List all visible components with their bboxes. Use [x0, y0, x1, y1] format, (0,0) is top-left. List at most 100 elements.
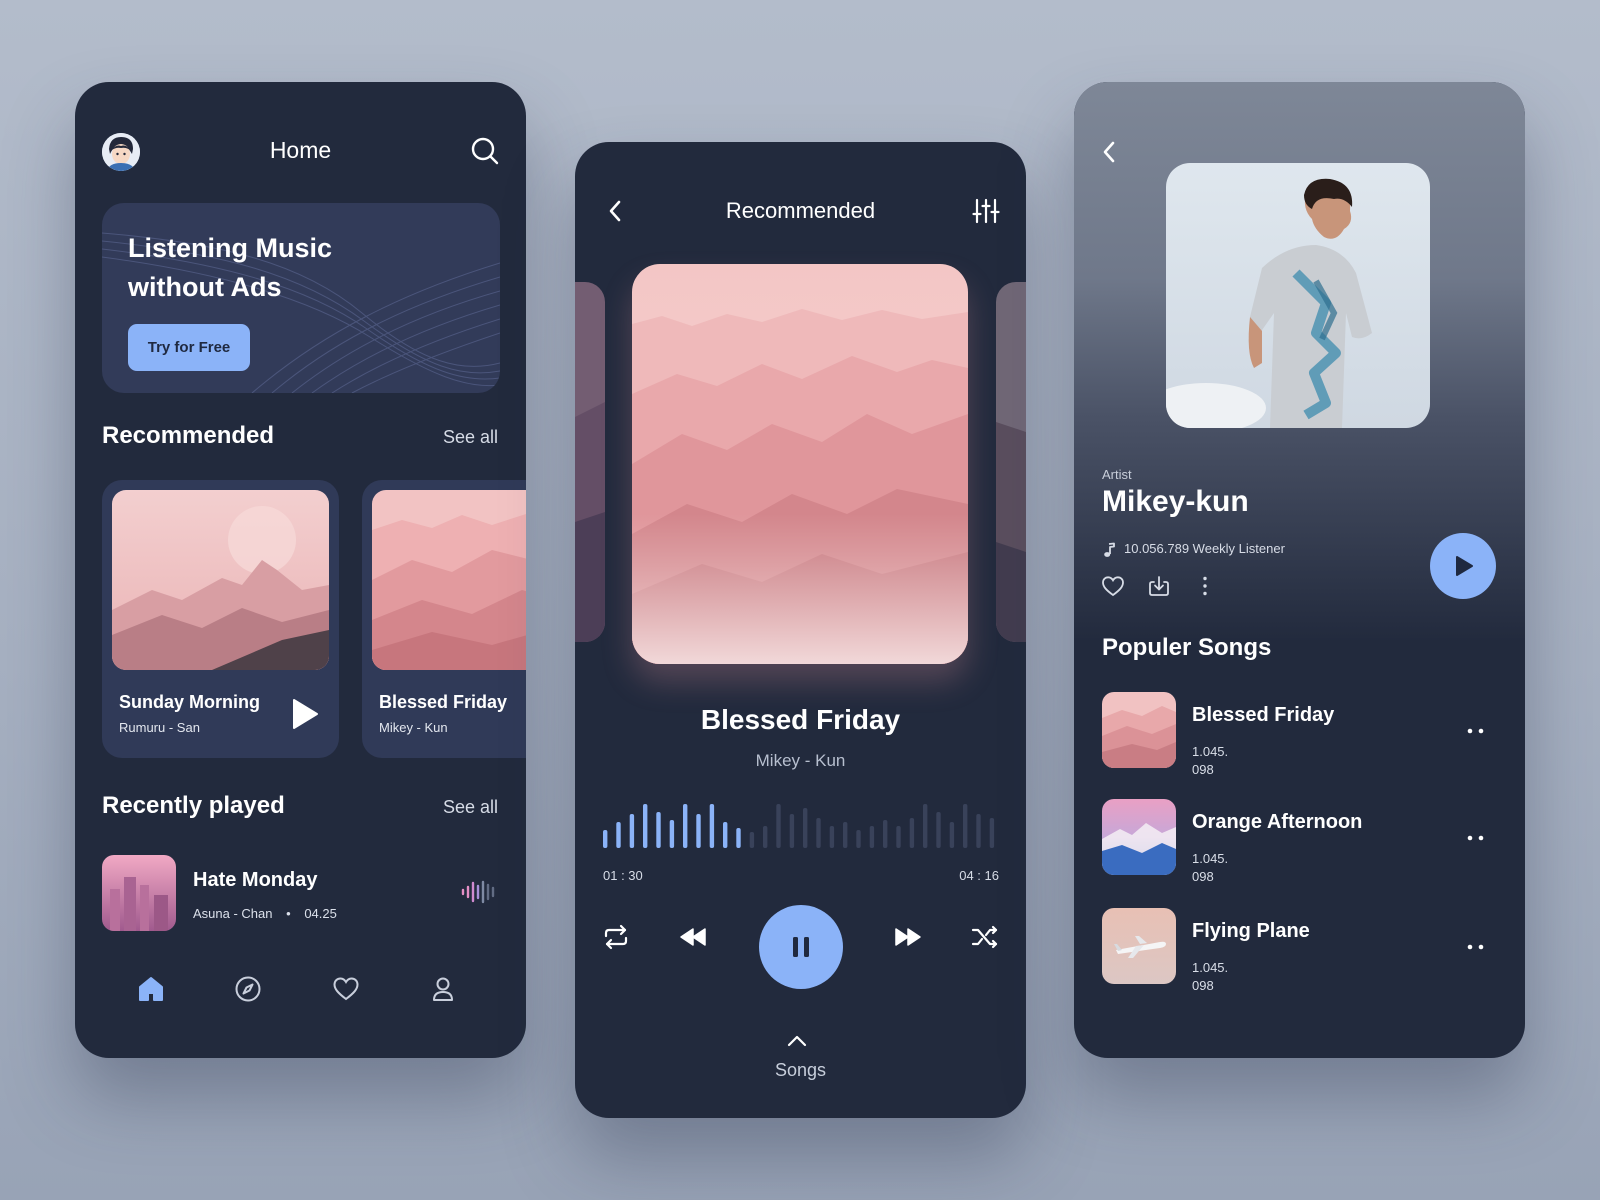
play-count-line2: 098 — [1192, 869, 1214, 884]
waveform-bar — [749, 832, 755, 848]
heart-icon[interactable] — [1101, 574, 1125, 598]
home-icon[interactable] — [137, 975, 165, 1003]
recent-song-meta: Asuna - Chan • 04.25 — [193, 906, 337, 921]
promo-title-line1: Listening Music — [128, 233, 333, 263]
recent-song-artist: Asuna - Chan — [193, 906, 273, 921]
waveform-bar — [736, 828, 741, 848]
waveform-bar — [603, 830, 608, 848]
popular-song-row[interactable]: Flying Plane 1.045. 098 — [1102, 908, 1502, 993]
recent-album-art[interactable] — [102, 855, 176, 931]
song-thumbnail — [1102, 799, 1176, 875]
more-horizontal-icon[interactable] — [1466, 944, 1486, 950]
play-artist-button[interactable] — [1430, 533, 1496, 599]
waveform-bar — [909, 818, 915, 848]
recent-song-title: Hate Monday — [193, 869, 318, 891]
popular-song-row[interactable]: Orange Afternoon 1.045. 098 — [1102, 799, 1502, 884]
waveform-bar — [656, 812, 661, 848]
song-thumbnail — [1102, 908, 1176, 984]
waveform-bar — [976, 814, 981, 848]
waveform-bar — [936, 812, 941, 848]
previous-album-peek[interactable] — [575, 282, 605, 642]
play-count: 1.045. 098 — [1192, 743, 1242, 779]
waveform-bar — [856, 830, 861, 848]
home-screen: Home Listening Music without Ads Try for… — [75, 82, 526, 1058]
waveform-bar — [776, 804, 781, 848]
card-artist: Mikey - Kun — [379, 720, 448, 735]
player-screen: Recommended Blessed Friday Mikey - Kun 0… — [575, 142, 1026, 1118]
waveform-bar — [709, 804, 715, 848]
pause-button[interactable] — [759, 905, 843, 989]
search-icon[interactable] — [470, 136, 500, 166]
popular-songs-heading: Populer Songs — [1102, 634, 1272, 661]
play-count-line2: 098 — [1192, 978, 1214, 993]
waveform-bar — [616, 822, 621, 848]
waveform-bar — [989, 818, 995, 848]
page-title: Recommended — [725, 198, 876, 223]
more-horizontal-icon[interactable] — [1466, 835, 1486, 841]
song-title: Orange Afternoon — [1192, 811, 1363, 833]
waveform-bar — [696, 814, 701, 848]
album-art — [372, 490, 526, 670]
waveform-bar — [643, 804, 648, 848]
waveform-bar — [829, 826, 835, 848]
waveform-bar — [883, 820, 888, 848]
waveform-bar — [843, 822, 848, 848]
waveform-bar — [629, 814, 635, 848]
recommended-heading: Recommended — [102, 422, 275, 449]
waveform-bar — [789, 814, 795, 848]
recommended-see-all-link[interactable]: See all — [443, 427, 498, 448]
heart-icon[interactable] — [332, 975, 360, 1003]
recent-see-all-link[interactable]: See all — [443, 797, 498, 818]
artist-screen: Artist Mikey-kun 10.056.789 Weekly Liste… — [1074, 82, 1525, 1058]
recently-played-heading: Recently played — [102, 792, 285, 819]
waveform-bar — [923, 804, 928, 848]
shuffle-icon[interactable] — [970, 922, 1000, 952]
music-note-icon — [1102, 542, 1116, 558]
next-album-peek[interactable] — [996, 282, 1026, 642]
try-for-free-button[interactable]: Try for Free — [128, 324, 250, 371]
more-vertical-icon[interactable] — [1193, 574, 1217, 598]
more-horizontal-icon[interactable] — [1466, 728, 1486, 734]
song-artist: Mikey - Kun — [755, 751, 846, 770]
promo-title-line2: without Ads — [128, 272, 282, 302]
song-title: Flying Plane — [1192, 920, 1310, 942]
song-thumbnail — [1102, 692, 1176, 768]
play-count: 1.045. 098 — [1192, 959, 1242, 995]
songs-drawer-label[interactable]: Songs — [575, 1060, 1026, 1081]
compass-icon[interactable] — [234, 975, 262, 1003]
artist-name: Mikey-kun — [1102, 485, 1249, 518]
play-count-line1: 1.045. — [1192, 960, 1229, 975]
play-icon — [1456, 556, 1473, 576]
recent-song-duration: 04.25 — [304, 906, 337, 921]
waveform-bar — [816, 818, 821, 848]
artist-photo — [1166, 163, 1430, 428]
recommended-card[interactable]: Blessed Friday Mikey - Kun — [362, 480, 526, 758]
waveform-bar — [963, 804, 968, 848]
recommended-card[interactable]: Sunday Morning Rumuru - San — [102, 480, 339, 758]
waveform-bar — [949, 822, 955, 848]
card-title: Blessed Friday — [379, 692, 508, 712]
meta-separator: • — [286, 906, 291, 921]
popular-song-row[interactable]: Blessed Friday 1.045. 098 — [1102, 692, 1502, 777]
user-icon[interactable] — [429, 975, 457, 1003]
song-title: Blessed Friday — [700, 704, 901, 735]
download-icon[interactable] — [1147, 574, 1171, 598]
pause-icon — [793, 937, 809, 957]
rewind-icon[interactable] — [678, 922, 708, 952]
back-arrow-icon[interactable] — [1099, 139, 1119, 165]
promo-banner: Listening Music without Ads Try for Free — [102, 203, 500, 393]
card-artist: Rumuru - San — [119, 720, 200, 735]
song-title: Blessed Friday — [1192, 704, 1335, 726]
fast-forward-icon[interactable] — [893, 922, 923, 952]
elapsed-time: 01 : 30 — [603, 868, 643, 883]
waveform-bar — [896, 826, 901, 848]
waveform-bar — [723, 822, 728, 848]
card-title: Sunday Morning — [119, 692, 260, 712]
equalizer-settings-icon[interactable] — [972, 197, 1000, 225]
play-count: 1.045. 098 — [1192, 850, 1242, 886]
play-icon[interactable] — [291, 698, 319, 730]
repeat-icon[interactable] — [601, 922, 631, 952]
waveform-progress[interactable] — [601, 802, 1001, 850]
waveform-bar — [669, 820, 675, 848]
chevron-up-icon[interactable] — [786, 1034, 808, 1048]
